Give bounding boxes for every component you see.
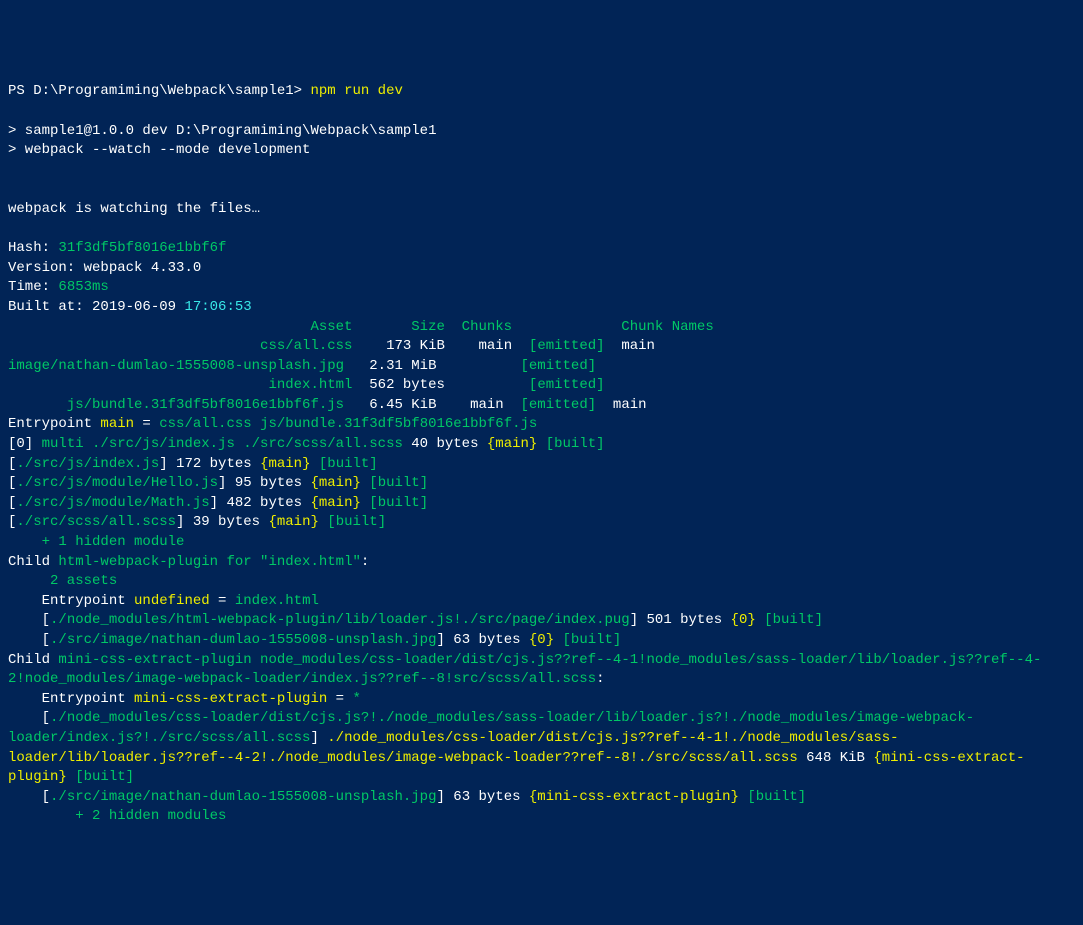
child-entrypoint: Entrypoint undefined = index.html xyxy=(8,592,1075,612)
version-line: Version: webpack 4.33.0 xyxy=(8,259,1075,279)
module-line: [./src/js/module/Hello.js] 95 bytes {mai… xyxy=(8,474,1075,494)
hash-line: Hash: 31f3df5bf8016e1bbf6f xyxy=(8,239,1075,259)
built-line: Built at: 2019-06-09 17:06:53 xyxy=(8,298,1075,318)
module-line: [./src/image/nathan-dumlao-1555008-unspl… xyxy=(8,631,1075,651)
asset-row: image/nathan-dumlao-1555008-unsplash.jpg… xyxy=(8,357,1075,377)
child-entrypoint: Entrypoint mini-css-extract-plugin = * xyxy=(8,690,1075,710)
child-header: Child mini-css-extract-plugin node_modul… xyxy=(8,651,1075,690)
child-header: Child html-webpack-plugin for "index.htm… xyxy=(8,553,1075,573)
module-line: [./src/js/index.js] 172 bytes {main} [bu… xyxy=(8,455,1075,475)
module-line: [./node_modules/css-loader/dist/cjs.js?!… xyxy=(8,709,1075,787)
npm-output: > webpack --watch --mode development xyxy=(8,141,1075,161)
module-line: [./src/image/nathan-dumlao-1555008-unspl… xyxy=(8,788,1075,808)
hidden-modules: + 1 hidden module xyxy=(8,533,1075,553)
module-line: [0] multi ./src/js/index.js ./src/scss/a… xyxy=(8,435,1075,455)
asset-row: js/bundle.31f3df5bf8016e1bbf6f.js 6.45 K… xyxy=(8,396,1075,416)
entrypoint: Entrypoint main = css/all.css js/bundle.… xyxy=(8,415,1075,435)
module-line: [./src/scss/all.scss] 39 bytes {main} [b… xyxy=(8,513,1075,533)
asset-row: index.html 562 bytes [emitted] xyxy=(8,376,1075,396)
time-line: Time: 6853ms xyxy=(8,278,1075,298)
watch-message: webpack is watching the files… xyxy=(8,200,1075,220)
prompt-line: PS D:\Programiming\Webpack\sample1> npm … xyxy=(8,82,1075,102)
child-assets: 2 assets xyxy=(8,572,1075,592)
table-header: Asset Size Chunks Chunk Names xyxy=(8,318,1075,338)
module-line: [./node_modules/html-webpack-plugin/lib/… xyxy=(8,611,1075,631)
hidden-modules: + 2 hidden modules xyxy=(8,807,1075,827)
asset-row: css/all.css 173 KiB main [emitted] main xyxy=(8,337,1075,357)
terminal[interactable]: PS D:\Programiming\Webpack\sample1> npm … xyxy=(8,82,1075,827)
npm-output: > sample1@1.0.0 dev D:\Programiming\Webp… xyxy=(8,122,1075,142)
module-line: [./src/js/module/Math.js] 482 bytes {mai… xyxy=(8,494,1075,514)
